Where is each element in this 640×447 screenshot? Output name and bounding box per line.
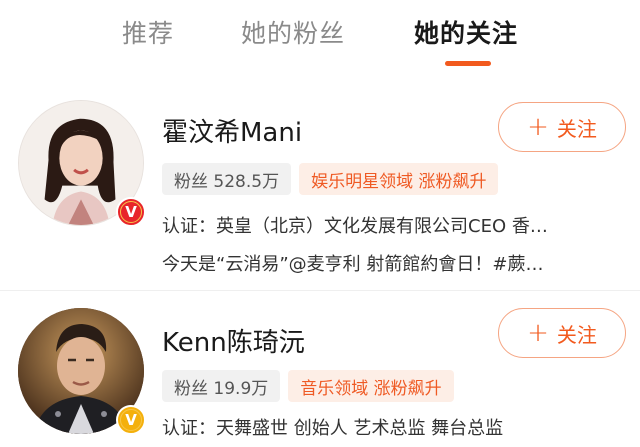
badge-ring bbox=[120, 409, 142, 431]
certification-text: 认证：英皇（北京）文化发展有限公司CEO 香… bbox=[162, 216, 548, 237]
follow-button[interactable]: + 关注 bbox=[498, 102, 626, 152]
user-name[interactable]: 霍汶希Mani bbox=[162, 112, 302, 149]
user-name[interactable]: Kenn陈琦沅 bbox=[162, 322, 305, 359]
tab-bar: 推荐 她的粉丝 她的关注 bbox=[0, 0, 640, 82]
certification-text: 认证：天舞盛世 创始人 艺术总监 舞台总监 bbox=[162, 418, 504, 439]
badge-ring bbox=[120, 201, 142, 223]
follow-button-label: 关注 bbox=[556, 116, 597, 141]
tab-recommended[interactable]: 推荐 bbox=[122, 14, 174, 50]
verified-badge-icon: V bbox=[116, 405, 146, 435]
tab-her-following[interactable]: 她的关注 bbox=[414, 14, 518, 50]
domain-tag: 音乐领域 涨粉飙升 bbox=[288, 370, 454, 402]
user-tags: 粉丝 19.9万 音乐领域 涨粉飙升 bbox=[162, 370, 454, 402]
user-tags: 粉丝 528.5万 娱乐明星领域 涨粉飙升 bbox=[162, 163, 499, 195]
follow-button-label: 关注 bbox=[556, 322, 597, 347]
user-card[interactable]: V Kenn陈琦沅 + 关注 粉丝 19.9万 音乐领域 涨粉飙升 认证：天舞盛… bbox=[0, 292, 640, 447]
active-tab-indicator bbox=[445, 61, 491, 66]
card-separator bbox=[0, 290, 640, 291]
recent-post-text[interactable]: 今天是“云消易”@麦亨利 射箭館約會日！#蕨… bbox=[162, 250, 622, 276]
tab-her-fans[interactable]: 她的粉丝 bbox=[241, 14, 345, 50]
domain-tag: 娱乐明星领域 涨粉飙升 bbox=[299, 163, 499, 195]
fans-count-tag: 粉丝 528.5万 bbox=[162, 163, 292, 195]
fans-count-tag: 粉丝 19.9万 bbox=[162, 370, 281, 402]
verified-badge-icon: V bbox=[116, 197, 146, 227]
follow-button[interactable]: + 关注 bbox=[498, 308, 626, 358]
user-card[interactable]: V 霍汶希Mani + 关注 粉丝 528.5万 娱乐明星领域 涨粉飙升 认证：… bbox=[0, 90, 640, 288]
plus-icon: + bbox=[527, 112, 549, 142]
plus-icon: + bbox=[527, 318, 549, 348]
